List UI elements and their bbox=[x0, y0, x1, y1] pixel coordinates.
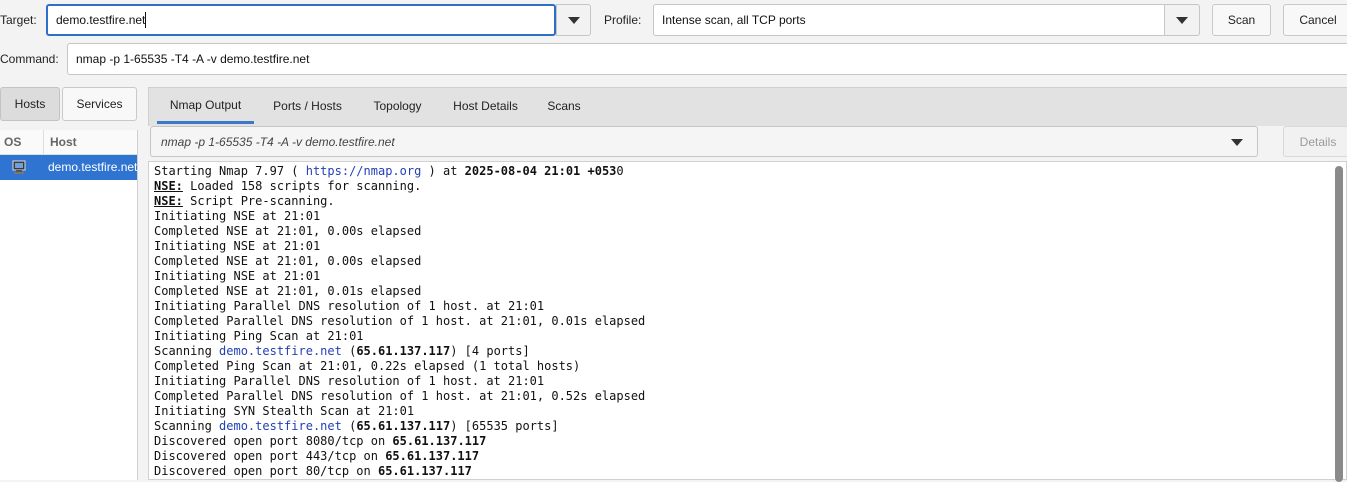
profile-select[interactable]: Intense scan, all TCP ports bbox=[653, 4, 1165, 36]
nmap-output-text: Starting Nmap 7.97 ( https://nmap.org ) … bbox=[154, 164, 645, 479]
details-button[interactable]: Details bbox=[1283, 126, 1347, 157]
scan-button[interactable]: Scan bbox=[1212, 4, 1271, 36]
host-list-header: OS Host bbox=[0, 130, 137, 155]
tab-ports-hosts[interactable]: Ports / Hosts bbox=[264, 88, 351, 124]
services-tab[interactable]: Services bbox=[62, 87, 137, 121]
output-line: Initiating Ping Scan at 21:01 bbox=[154, 329, 364, 343]
output-line: Discovered open port 443/tcp on 65.61.13… bbox=[154, 449, 480, 463]
target-input[interactable]: demo.testfire.net bbox=[46, 4, 556, 36]
profile-select-value: Intense scan, all TCP ports bbox=[662, 13, 806, 27]
output-line: Initiating SYN Stealth Scan at 21:01 bbox=[154, 404, 415, 418]
tab-nmap-output[interactable]: Nmap Output bbox=[157, 88, 254, 124]
output-line: Scanning demo.testfire.net (65.61.137.11… bbox=[154, 419, 559, 433]
profile-dropdown-button[interactable] bbox=[1164, 4, 1200, 36]
tab-scans[interactable]: Scans bbox=[538, 88, 590, 124]
target-label: Target: bbox=[0, 13, 37, 27]
cancel-button[interactable]: Cancel bbox=[1283, 4, 1347, 36]
output-line: Completed Ping Scan at 21:01, 0.22s elap… bbox=[154, 359, 581, 373]
host-name: demo.testfire.net bbox=[48, 160, 138, 174]
output-line: Initiating NSE at 21:01 bbox=[154, 209, 321, 223]
output-line: Initiating Parallel DNS resolution of 1 … bbox=[154, 374, 545, 388]
output-scan-select-value: nmap -p 1-65535 -T4 -A -v demo.testfire.… bbox=[161, 134, 395, 149]
output-line: Initiating NSE at 21:01 bbox=[154, 239, 321, 253]
host-link[interactable]: demo.testfire.net bbox=[219, 419, 342, 433]
output-line: Initiating NSE at 21:01 bbox=[154, 269, 321, 283]
output-line: Completed Parallel DNS resolution of 1 h… bbox=[154, 314, 646, 328]
output-scan-select[interactable]: nmap -p 1-65535 -T4 -A -v demo.testfire.… bbox=[150, 126, 1258, 157]
host-row[interactable]: demo.testfire.net bbox=[0, 155, 137, 180]
command-input-value: nmap -p 1-65535 -T4 -A -v demo.testfire.… bbox=[76, 52, 310, 66]
os-unknown-icon bbox=[12, 160, 26, 174]
target-input-value: demo.testfire.net bbox=[56, 13, 146, 27]
output-line: Completed Parallel DNS resolution of 1 h… bbox=[154, 389, 646, 403]
col-host-header[interactable]: Host bbox=[50, 135, 77, 149]
output-line: Discovered open port 80/tcp on 65.61.137… bbox=[154, 464, 472, 478]
nmap-output-area[interactable]: Starting Nmap 7.97 ( https://nmap.org ) … bbox=[148, 161, 1347, 482]
text-cursor bbox=[145, 12, 146, 28]
output-line: Discovered open port 8080/tcp on 65.61.1… bbox=[154, 434, 487, 448]
tab-host-details[interactable]: Host Details bbox=[443, 88, 528, 124]
command-input[interactable]: nmap -p 1-65535 -T4 -A -v demo.testfire.… bbox=[67, 43, 1347, 75]
hosts-tab[interactable]: Hosts bbox=[0, 87, 60, 121]
host-link[interactable]: demo.testfire.net bbox=[219, 344, 342, 358]
chevron-down-icon bbox=[1231, 139, 1243, 146]
chevron-down-icon bbox=[567, 16, 580, 24]
col-os-header[interactable]: OS bbox=[4, 135, 21, 149]
output-line: NSE: Loaded 158 scripts for scanning. bbox=[154, 179, 422, 193]
output-line: Scanning demo.testfire.net (65.61.137.11… bbox=[154, 344, 530, 358]
output-scrollbar[interactable] bbox=[1335, 166, 1343, 482]
tab-topology[interactable]: Topology bbox=[362, 88, 433, 124]
host-list: OS Host demo.testfire.net bbox=[0, 130, 138, 480]
output-line: Completed NSE at 21:01, 0.01s elapsed bbox=[154, 284, 422, 298]
nmap-url-link[interactable]: https://nmap.org bbox=[306, 164, 422, 178]
output-line: Initiating Parallel DNS resolution of 1 … bbox=[154, 299, 545, 313]
output-line: Completed NSE at 21:01, 0.00s elapsed bbox=[154, 224, 422, 238]
chevron-down-icon bbox=[1176, 16, 1188, 24]
output-line: Starting Nmap 7.97 ( https://nmap.org ) … bbox=[154, 164, 624, 178]
output-line: NSE: Script Pre-scanning. bbox=[154, 194, 335, 208]
column-divider bbox=[43, 130, 44, 154]
profile-label: Profile: bbox=[604, 13, 642, 27]
output-line: Completed NSE at 21:01, 0.00s elapsed bbox=[154, 254, 422, 268]
command-label: Command: bbox=[0, 52, 59, 66]
target-dropdown-button[interactable] bbox=[556, 4, 591, 36]
